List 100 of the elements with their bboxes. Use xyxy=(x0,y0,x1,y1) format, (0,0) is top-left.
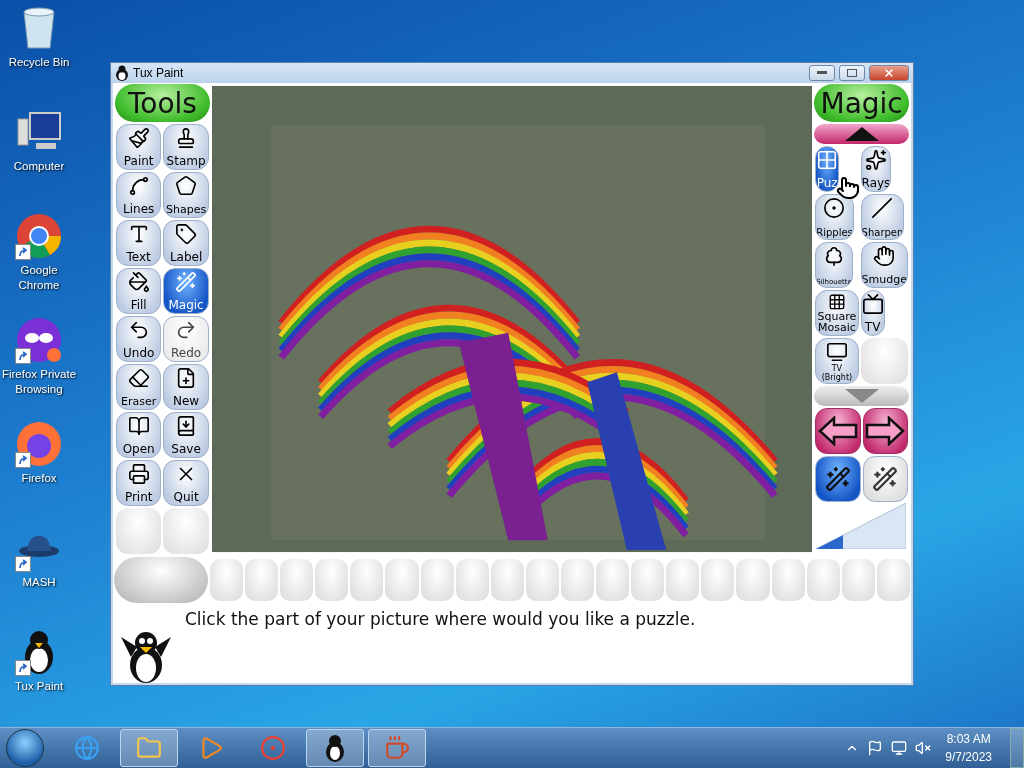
tool-button[interactable]: Magic xyxy=(163,268,209,314)
magic-title: Magic xyxy=(814,84,909,122)
tool-button[interactable]: Ripples xyxy=(815,194,854,240)
minimize-button[interactable] xyxy=(809,65,835,81)
instruction-text: Click the part of your picture where would you like a puzzle. xyxy=(185,609,696,629)
checker-icon xyxy=(816,149,839,171)
mode-button[interactable] xyxy=(815,456,861,502)
penguin-icon xyxy=(115,65,129,81)
tools-title: Tools xyxy=(115,84,210,122)
sparkles-icon xyxy=(865,149,887,171)
scroll-up-button[interactable] xyxy=(814,124,909,144)
lines-icon xyxy=(127,175,150,197)
bucket-icon xyxy=(127,271,150,293)
browser-icon xyxy=(260,735,286,761)
tool-button[interactable]: TV xyxy=(860,290,885,336)
tool-button[interactable]: Sharpen xyxy=(860,194,905,240)
desktop-icon-label[interactable]: Computer xyxy=(0,159,78,174)
tool-button[interactable]: Paint xyxy=(116,124,162,170)
printer-icon xyxy=(127,463,150,485)
desktop-icon-label[interactable]: Firefox xyxy=(0,471,78,486)
tv-icon xyxy=(861,293,884,315)
color-swatch[interactable] xyxy=(666,559,700,601)
close-icon xyxy=(883,67,895,79)
mask-icon xyxy=(16,317,62,363)
tool-button[interactable]: Rays xyxy=(860,146,892,192)
desktop-icon-label[interactable]: Firefox Private Browsing xyxy=(0,367,78,397)
network-icon[interactable] xyxy=(891,740,908,756)
tool-button[interactable]: Print xyxy=(116,460,162,506)
desktop-icon-label[interactable]: Google Chrome xyxy=(0,263,78,293)
color-swatch[interactable] xyxy=(701,559,735,601)
color-swatch[interactable] xyxy=(280,559,314,601)
tool-button[interactable]: Eraser xyxy=(116,364,162,410)
mode-button[interactable] xyxy=(862,456,908,502)
color-swatch[interactable] xyxy=(455,559,489,601)
tool-button[interactable]: Open xyxy=(116,412,162,458)
close-button[interactable] xyxy=(869,65,909,81)
color-swatch[interactable] xyxy=(210,559,244,601)
color-swatch[interactable] xyxy=(525,559,559,601)
down-triangle-icon xyxy=(844,389,879,403)
size-selector[interactable] xyxy=(814,503,909,549)
tool-button[interactable]: Square Mosaic xyxy=(815,290,859,336)
color-swatch[interactable] xyxy=(806,559,840,601)
color-swatch[interactable] xyxy=(771,559,805,601)
label-icon xyxy=(175,223,198,245)
color-swatch[interactable] xyxy=(631,559,665,601)
show-desktop-button[interactable] xyxy=(1010,728,1024,768)
tool-button[interactable]: Fill xyxy=(116,268,162,314)
desktop-icon-label[interactable]: Recycle Bin xyxy=(0,55,78,70)
taskbar-app-button[interactable] xyxy=(306,729,364,767)
wand-icon xyxy=(175,271,198,293)
color-swatch[interactable] xyxy=(350,559,384,601)
tool-button[interactable]: Text xyxy=(116,220,162,266)
desktop-icon-label[interactable]: MASH xyxy=(0,575,78,590)
tool-button[interactable]: Puz xyxy=(815,146,840,192)
color-swatch[interactable] xyxy=(736,559,770,601)
window-title: Tux Paint xyxy=(133,66,185,80)
globe-icon xyxy=(74,735,100,761)
hand-icon xyxy=(873,245,896,267)
paintbrush-icon xyxy=(127,127,150,149)
wand-icon xyxy=(872,466,899,492)
pentagon-icon xyxy=(175,175,198,197)
tool-button[interactable]: Smudge xyxy=(860,242,908,288)
recycle-bin-icon xyxy=(21,6,57,50)
color-swatch[interactable] xyxy=(841,559,875,601)
tool-button[interactable]: Lines xyxy=(116,172,162,218)
penguin-icon xyxy=(323,734,347,762)
rainbow-painting-drawing[interactable] xyxy=(211,83,813,555)
ripple-icon xyxy=(823,197,846,219)
eraser-icon xyxy=(127,367,150,389)
previous-button[interactable] xyxy=(815,408,861,454)
start-button[interactable] xyxy=(6,729,44,767)
tool-button[interactable]: Quit xyxy=(163,460,209,506)
color-swatch[interactable] xyxy=(560,559,595,601)
next-button[interactable] xyxy=(862,408,908,454)
cup-icon xyxy=(384,735,410,761)
tool-button[interactable]: Label xyxy=(163,220,209,266)
maximize-button[interactable] xyxy=(839,65,865,81)
tool-button[interactable]: Stamp xyxy=(163,124,209,170)
folder-icon xyxy=(136,735,162,761)
tv-icon xyxy=(825,341,848,363)
tool-button[interactable]: Shapes xyxy=(163,172,209,218)
tree-icon xyxy=(823,245,845,267)
color-swatch[interactable] xyxy=(385,559,419,601)
clock[interactable]: 8:03 AM 9/7/2023 xyxy=(945,730,992,766)
maximize-icon xyxy=(847,69,857,77)
flag-icon[interactable] xyxy=(867,740,884,756)
color-swatch[interactable] xyxy=(315,559,349,601)
tool-button[interactable]: Save xyxy=(163,412,209,458)
tool-button[interactable]: New xyxy=(163,364,209,410)
tool-button[interactable]: Undo xyxy=(116,316,162,362)
color-swatch[interactable] xyxy=(596,559,630,601)
color-swatch[interactable] xyxy=(876,559,910,601)
book-icon xyxy=(127,415,150,437)
hand-cursor-icon xyxy=(836,176,860,200)
muted-speaker-icon[interactable] xyxy=(915,740,932,756)
color-swatch[interactable] xyxy=(245,559,279,601)
wand-icon xyxy=(824,466,851,492)
color-swatch[interactable] xyxy=(490,559,524,601)
color-swatch[interactable] xyxy=(420,559,454,601)
tool-button[interactable]: TV (Bright) xyxy=(815,338,859,384)
